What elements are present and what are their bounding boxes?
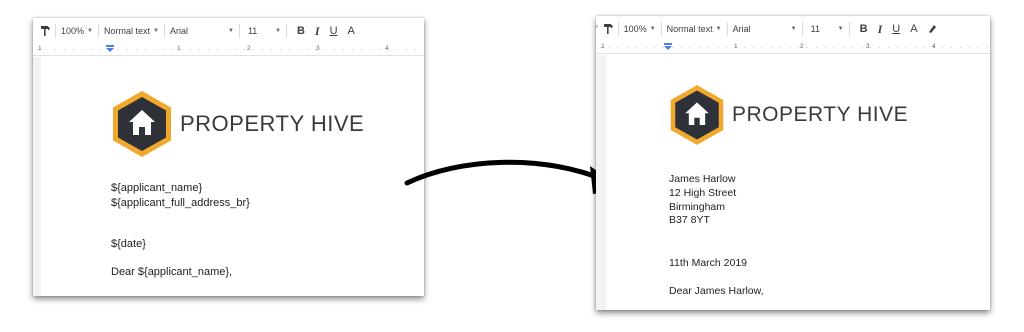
recipient-name: James Harlow bbox=[669, 173, 736, 185]
doc-canvas: PROPERTY HIVE ${applicant_name} ${applic… bbox=[33, 57, 424, 296]
toolbar-divider bbox=[238, 24, 240, 38]
italic-button[interactable]: I bbox=[878, 16, 883, 42]
ruler[interactable]: 1 1 2 3 4 bbox=[596, 42, 990, 54]
doc-canvas: PROPERTY HIVE James Harlow 12 High Stree… bbox=[596, 55, 990, 310]
ruler[interactable]: 1 1 2 3 4 bbox=[33, 44, 424, 56]
template-doc-window: · 100%▼ Normal text▼ Arial▼ 11▼ B I U A … bbox=[33, 18, 424, 296]
zoom-value: 100% bbox=[623, 24, 647, 34]
ruler-number: 1 bbox=[177, 45, 181, 52]
bold-button[interactable]: B bbox=[297, 18, 305, 44]
ruler-number: 2 bbox=[800, 43, 804, 50]
highlight-pen-icon[interactable] bbox=[927, 16, 937, 42]
underline-button[interactable]: U bbox=[892, 16, 900, 42]
chevron-down-icon: ▼ bbox=[790, 26, 797, 32]
font-select[interactable]: Arial ▼ bbox=[733, 24, 797, 34]
toolbar-divider bbox=[801, 22, 803, 36]
zoom-select[interactable]: 100% ▼ bbox=[624, 24, 656, 34]
zoom-value: 100% bbox=[61, 26, 85, 36]
ruler-number: 4 bbox=[932, 43, 936, 50]
font-select[interactable]: Arial ▼ bbox=[170, 26, 234, 36]
chevron-down-icon: ▼ bbox=[715, 26, 722, 32]
toolbar-divider bbox=[163, 24, 165, 38]
greeting-line: Dear James Harlow, bbox=[669, 285, 764, 297]
font-value: Arial bbox=[732, 24, 751, 34]
underline-button[interactable]: U bbox=[330, 18, 338, 44]
text-color-button[interactable]: A bbox=[909, 16, 919, 44]
chevron-down-icon: ▼ bbox=[228, 28, 234, 34]
style-select[interactable]: Normal text ▼ bbox=[667, 24, 722, 34]
recipient-block: ${applicant_name} ${applicant_full_addre… bbox=[111, 181, 250, 210]
applicant-address-field: ${applicant_full_address_br} bbox=[111, 196, 250, 209]
doc-toolbar: · 100%▼ Normal text▼ Arial▼ 11▼ B I U A bbox=[33, 18, 424, 46]
text-color-button[interactable]: A bbox=[346, 18, 357, 46]
doc-page[interactable]: PROPERTY HIVE James Harlow 12 High Stree… bbox=[606, 55, 990, 310]
ruler-ticks bbox=[596, 47, 990, 48]
toolbar-edge-icon: · bbox=[33, 18, 34, 44]
doc-toolbar: ⁄ 100%▼ Normal text▼ Arial▼ 11▼ B I U A bbox=[596, 16, 990, 44]
brand-name: PROPERTY HIVE bbox=[732, 103, 909, 126]
doc-page[interactable]: PROPERTY HIVE ${applicant_name} ${applic… bbox=[41, 57, 424, 296]
ruler-number: 1 bbox=[38, 45, 42, 52]
applicant-name-field: ${applicant_name} bbox=[111, 182, 203, 194]
ruler-number: 3 bbox=[866, 43, 870, 50]
merged-doc-window: ⁄ 100%▼ Normal text▼ Arial▼ 11▼ B I U A … bbox=[596, 16, 990, 310]
bold-button[interactable]: B bbox=[860, 16, 868, 42]
toolbar-divider bbox=[848, 22, 850, 36]
font-value: Arial bbox=[169, 26, 188, 36]
brand-logo: PROPERTY HIVE bbox=[110, 90, 364, 158]
recipient-block: James Harlow 12 High Street Birmingham B… bbox=[669, 173, 736, 228]
house-hex-icon bbox=[670, 85, 724, 145]
ruler-number: 2 bbox=[247, 45, 251, 52]
address-line-2: Birmingham bbox=[669, 200, 726, 213]
house-hex-icon bbox=[113, 91, 171, 157]
chevron-down-icon: ▼ bbox=[649, 26, 656, 32]
paint-format-icon[interactable] bbox=[603, 16, 613, 42]
toolbar-divider bbox=[97, 24, 99, 38]
italic-button[interactable]: I bbox=[315, 18, 320, 44]
brand-name: PROPERTY HIVE bbox=[180, 111, 365, 136]
ruler-number: 3 bbox=[316, 45, 320, 52]
greeting-line: Dear ${applicant_name}, bbox=[111, 266, 233, 278]
letter-date: 11th March 2019 bbox=[669, 257, 748, 269]
style-value: Normal text bbox=[666, 24, 713, 34]
toolbar-divider bbox=[285, 24, 287, 38]
brand-logo: PROPERTY HIVE bbox=[668, 84, 908, 146]
toolbar-divider bbox=[55, 24, 56, 38]
style-select[interactable]: Normal text ▼ bbox=[104, 26, 159, 36]
style-value: Normal text bbox=[103, 26, 150, 36]
ruler-number: 4 bbox=[385, 45, 389, 52]
ruler-number: 1 bbox=[734, 43, 738, 50]
chevron-down-icon: ▼ bbox=[153, 28, 159, 34]
toolbar-divider bbox=[660, 22, 662, 36]
indent-marker-icon[interactable] bbox=[664, 43, 672, 50]
indent-marker-icon[interactable] bbox=[106, 45, 114, 52]
chevron-down-icon: ▼ bbox=[87, 28, 93, 34]
chevron-down-icon: ▼ bbox=[837, 26, 844, 32]
spellcheck-icon[interactable]: ⁄ bbox=[596, 16, 597, 42]
chevron-down-icon: ▼ bbox=[275, 28, 281, 34]
font-size-value: 11 bbox=[247, 26, 258, 36]
font-size-select[interactable]: 11 ▼ bbox=[245, 26, 281, 36]
address-line-3: B37 8YT bbox=[669, 214, 710, 227]
ruler-ticks bbox=[33, 49, 424, 50]
date-field: ${date} bbox=[111, 238, 146, 250]
font-size-value: 11 bbox=[810, 24, 820, 34]
toolbar-divider bbox=[617, 22, 619, 36]
font-size-select[interactable]: 11 ▼ bbox=[808, 24, 844, 34]
ruler-number: 1 bbox=[601, 43, 605, 50]
zoom-select[interactable]: 100% ▼ bbox=[61, 26, 93, 36]
paint-format-icon[interactable] bbox=[40, 18, 50, 44]
toolbar-divider bbox=[726, 22, 728, 36]
address-line-1: 12 High Street bbox=[669, 186, 737, 199]
